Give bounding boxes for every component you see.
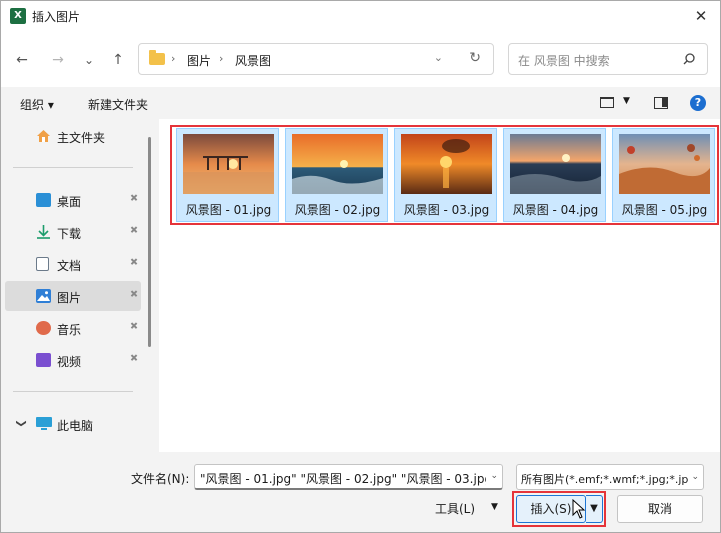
sidebar-item-pictures[interactable]: 图片 ✚ [5,281,141,311]
navigation-bar: ← → ⌄ ↑ › 图片 › 风景图 ⌄ ↻ 在 风景图 中搜索 [1,31,720,87]
title-bar: X 插入图片 ✕ [1,1,720,31]
file-name: 风景图 - 02.jpg [294,203,381,217]
cancel-button[interactable]: 取消 [617,495,703,523]
sidebar-label: 此电脑 [57,419,94,433]
command-bar: 组织 ▾ 新建文件夹 ▼ ? [1,87,720,119]
refresh-icon[interactable]: ↻ [469,50,481,66]
help-icon[interactable]: ? [690,95,706,111]
image-thumbnail [510,134,601,194]
insert-picture-dialog: X 插入图片 ✕ ← → ⌄ ↑ › 图片 › 风景图 ⌄ ↻ 在 风景图 中搜… [0,0,721,533]
image-thumbnail [183,134,274,194]
document-icon [36,257,49,271]
view-dropdown-icon[interactable]: ▼ [623,96,630,106]
sidebar-label: 图片 [57,291,82,305]
excel-app-icon: X [10,8,26,24]
sidebar-label: 文档 [57,259,82,273]
sidebar-label: 主文件夹 [57,131,106,145]
address-bar[interactable]: › 图片 › 风景图 ⌄ ↻ [138,43,494,75]
sidebar-label: 桌面 [57,195,82,209]
dialog-title: 插入图片 [32,10,81,24]
recent-locations-button[interactable]: ⌄ [78,49,100,71]
pictures-icon [36,289,51,303]
video-icon [36,353,51,367]
folder-icon [149,50,165,65]
new-folder-button[interactable]: 新建文件夹 [88,96,148,113]
file-item[interactable]: 风景图 - 04.jpg [503,128,606,222]
filename-label: 文件名(N): [131,472,190,486]
sidebar-divider [13,167,133,168]
pin-icon[interactable]: ✚ [126,288,140,302]
filetype-dropdown-icon[interactable]: ⌄ [691,472,699,482]
sidebar-divider [13,391,133,392]
filetype-value: 所有图片(*.emf;*.wmf;*.jpg;*.jp [521,473,689,486]
search-icon[interactable] [683,53,695,65]
file-item[interactable]: 风景图 - 05.jpg [612,128,715,222]
pin-icon[interactable]: ✚ [126,320,140,334]
file-list: 风景图 - 01.jpg 风景图 - 02.jpg 风景图 - 03.jpg 风… [159,119,720,452]
address-dropdown-icon[interactable]: ⌄ [434,51,443,64]
pin-icon[interactable]: ✚ [126,256,140,270]
back-button[interactable]: ← [11,49,33,71]
sidebar-label: 下载 [57,227,82,241]
preview-pane-icon[interactable] [654,97,668,109]
filename-value: "风景图 - 01.jpg" "风景图 - 02.jpg" "风景图 - 03.… [200,472,486,486]
sidebar-item-desktop[interactable]: 桌面 ✚ [5,185,141,215]
expand-chevron-icon[interactable]: ❯ [16,419,27,427]
file-name: 风景图 - 03.jpg [403,203,490,217]
computer-icon [36,417,52,430]
sidebar-label: 视频 [57,355,82,369]
file-name: 风景图 - 01.jpg [185,203,272,217]
navigation-pane: 主文件夹 桌面 ✚ 下载 ✚ 文档 ✚ 图片 ✚ 音乐 ✚ 视频 ✚ ❯ 此电脑 [1,119,153,452]
filename-dropdown-icon[interactable]: ⌄ [490,471,498,481]
download-icon [37,225,50,239]
sidebar-item-this-pc[interactable]: ❯ 此电脑 [5,409,141,439]
file-item[interactable]: 风景图 - 01.jpg [176,128,279,222]
organize-menu[interactable]: 组织 ▾ [20,96,54,113]
image-thumbnail [619,134,710,194]
view-options-icon[interactable] [600,97,614,108]
sidebar-scrollbar[interactable] [148,137,151,347]
mouse-cursor-icon [572,499,586,519]
up-button[interactable]: ↑ [107,49,129,71]
file-item[interactable]: 风景图 - 02.jpg [285,128,388,222]
file-item[interactable]: 风景图 - 03.jpg [394,128,497,222]
breadcrumb-landscape[interactable]: 风景图 [235,52,271,69]
music-icon [36,321,51,335]
sidebar-item-music[interactable]: 音乐 ✚ [5,313,141,343]
search-placeholder: 在 风景图 中搜索 [518,54,610,68]
close-button[interactable]: ✕ [690,5,712,27]
sidebar-item-downloads[interactable]: 下载 ✚ [5,217,141,247]
breadcrumb-pictures[interactable]: 图片 [187,52,211,69]
tools-menu[interactable]: 工具(L) [435,500,475,517]
pin-icon[interactable]: ✚ [126,224,140,238]
breadcrumb-separator: › [219,52,224,65]
insert-dropdown-button[interactable]: ▼ [586,495,603,523]
image-thumbnail [292,134,383,194]
dialog-footer: 文件名(N): "风景图 - 01.jpg" "风景图 - 02.jpg" "风… [1,452,720,532]
file-name: 风景图 - 05.jpg [621,203,708,217]
file-name: 风景图 - 04.jpg [512,203,599,217]
desktop-icon [36,193,51,207]
pin-icon[interactable]: ✚ [126,192,140,206]
search-box[interactable]: 在 风景图 中搜索 [508,43,708,75]
home-icon [37,130,50,142]
filetype-select[interactable]: 所有图片(*.emf;*.wmf;*.jpg;*.jp ⌄ [516,464,704,490]
image-thumbnail [401,134,492,194]
pin-icon[interactable]: ✚ [126,352,140,366]
sidebar-label: 音乐 [57,323,82,337]
filename-input[interactable]: "风景图 - 01.jpg" "风景图 - 02.jpg" "风景图 - 03.… [194,464,503,490]
tools-dropdown-icon[interactable]: ▼ [491,502,498,512]
sidebar-item-home[interactable]: 主文件夹 [5,121,141,151]
sidebar-item-documents[interactable]: 文档 ✚ [5,249,141,279]
sidebar-item-videos[interactable]: 视频 ✚ [5,345,141,375]
breadcrumb-separator: › [171,52,176,65]
forward-button[interactable]: → [47,49,69,71]
